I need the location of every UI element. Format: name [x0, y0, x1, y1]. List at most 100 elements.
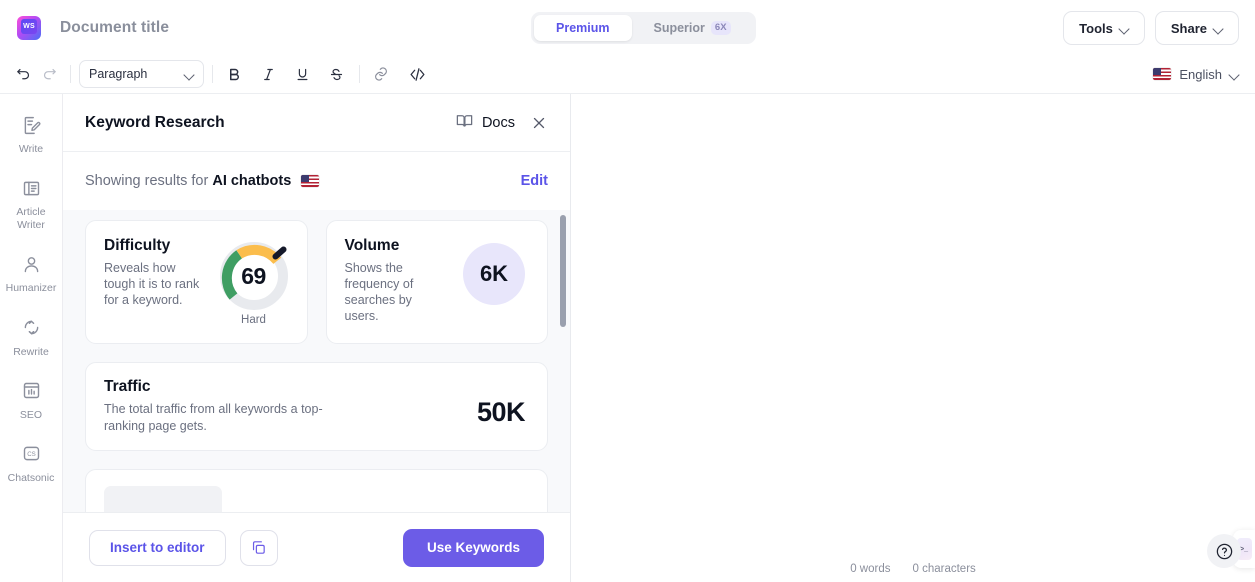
write-icon	[21, 112, 42, 138]
code-icon[interactable]	[404, 61, 430, 87]
volume-description: Shows the frequency of searches by users…	[344, 261, 414, 323]
results-prefix: Showing results for	[85, 173, 209, 189]
panel-scrollbar-thumb[interactable]	[560, 215, 566, 327]
format-toolbar: Paragraph English	[0, 55, 1255, 94]
app-root: WS Document title Premium Superior 6X To…	[0, 0, 1255, 582]
writesonic-logo-icon: WS	[17, 15, 41, 40]
difficulty-title: Difficulty	[104, 237, 171, 254]
toolbar-divider	[359, 65, 360, 83]
close-icon[interactable]	[530, 114, 548, 132]
partial-tab	[104, 486, 222, 512]
document-title[interactable]: Document title	[60, 19, 169, 37]
volume-value: 6K	[463, 243, 525, 305]
difficulty-card: Difficulty Reveals how tough it is to ra…	[85, 220, 308, 344]
results-keyword: AI chatbots	[212, 173, 292, 189]
edit-keyword-link[interactable]: Edit	[521, 173, 548, 189]
undo-icon[interactable]	[10, 61, 36, 87]
svg-text:CS: CS	[27, 451, 36, 458]
panel-title: Keyword Research	[85, 113, 225, 131]
toolbar-divider	[70, 65, 71, 83]
seo-chart-icon	[21, 378, 42, 404]
use-keywords-button[interactable]: Use Keywords	[402, 528, 544, 567]
volume-visual: 6K	[455, 237, 533, 305]
tools-label: Tools	[1079, 20, 1113, 36]
help-question-icon[interactable]	[1207, 534, 1241, 568]
sidebar-item-article-writer-label: Article Writer	[16, 206, 46, 232]
metric-cards-row: Difficulty Reveals how tough it is to ra…	[85, 220, 548, 344]
sidebar-item-rewrite-label: Rewrite	[13, 345, 49, 358]
difficulty-value: 69	[241, 262, 266, 289]
difficulty-rating-label: Hard	[241, 314, 266, 326]
toolbar-divider	[212, 65, 213, 83]
document-editor[interactable]: 0 words 0 characters >_	[571, 94, 1255, 582]
word-count: 0 words	[850, 563, 891, 575]
top-bar-actions: Tools Share	[1063, 11, 1239, 45]
chatsonic-cs-icon: CS	[21, 441, 42, 467]
panel-scroll-area[interactable]: Difficulty Reveals how tough it is to ra…	[63, 210, 570, 512]
insert-to-editor-label: Insert to editor	[110, 540, 205, 555]
sidebar-item-humanizer[interactable]: Humanizer	[0, 251, 63, 295]
difficulty-visual: 69 Hard	[215, 237, 293, 326]
us-flag-icon	[301, 175, 320, 187]
language-selector[interactable]: English	[1153, 67, 1239, 82]
tools-button[interactable]: Tools	[1063, 11, 1145, 45]
copy-icon[interactable]	[239, 529, 278, 566]
logo-text: WS	[21, 18, 37, 34]
sidebar-item-article-writer[interactable]: Article Writer	[0, 175, 63, 232]
sidebar-item-chatsonic-label: Chatsonic	[7, 471, 55, 484]
results-label: Showing results for AI chatbots	[85, 173, 320, 189]
tab-superior[interactable]: Superior 6X	[632, 15, 753, 41]
underline-button[interactable]	[289, 61, 315, 87]
insert-to-editor-button[interactable]: Insert to editor	[89, 529, 226, 566]
language-label: English	[1179, 66, 1222, 82]
keyword-research-panel: Keyword Research Docs Showing results fo…	[63, 94, 571, 582]
traffic-card: Traffic The total traffic from all keywo…	[85, 362, 548, 451]
link-icon[interactable]	[368, 61, 394, 87]
block-style-value: Paragraph	[89, 67, 148, 81]
article-writer-icon	[21, 175, 42, 201]
traffic-title: Traffic	[104, 378, 151, 395]
traffic-text: Traffic The total traffic from all keywo…	[104, 378, 477, 434]
chevron-down-icon	[185, 70, 194, 79]
block-style-select[interactable]: Paragraph	[79, 60, 204, 88]
tab-premium-label: Premium	[556, 21, 610, 35]
docs-button[interactable]: Docs	[455, 111, 515, 134]
editor-status-bar: 0 words 0 characters	[571, 556, 1255, 582]
results-row: Showing results for AI chatbots Edit	[63, 152, 570, 210]
character-count: 0 characters	[912, 563, 976, 575]
volume-card: Volume Shows the frequency of searches b…	[325, 220, 548, 344]
sidebar-item-chatsonic[interactable]: CS Chatsonic	[0, 441, 63, 485]
chevron-down-icon	[1230, 70, 1239, 79]
volume-title: Volume	[344, 237, 400, 254]
share-label: Share	[1170, 20, 1207, 36]
difficulty-gauge: 69	[217, 239, 291, 313]
panel-header-actions: Docs	[455, 111, 548, 134]
sidebar-item-humanizer-label: Humanizer	[5, 282, 57, 295]
top-bar: WS Document title Premium Superior 6X To…	[0, 0, 1255, 55]
difficulty-description: Reveals how tough it is to rank for a ke…	[104, 261, 200, 307]
difficulty-text: Difficulty Reveals how tough it is to ra…	[104, 237, 215, 308]
left-sidebar: Write Article Writer Humanizer Rewrite S…	[0, 94, 63, 582]
italic-button[interactable]	[255, 61, 281, 87]
sidebar-item-seo[interactable]: SEO	[0, 378, 63, 422]
tab-superior-label: Superior	[653, 21, 705, 35]
strikethrough-button[interactable]	[323, 61, 349, 87]
rewrite-refresh-icon	[21, 315, 42, 341]
panel-header: Keyword Research Docs	[63, 94, 570, 152]
quality-segmented-control: Premium Superior 6X	[531, 12, 756, 44]
share-button[interactable]: Share	[1154, 11, 1239, 45]
docs-label: Docs	[481, 114, 515, 131]
app-logo[interactable]: WS	[17, 15, 41, 40]
sidebar-item-rewrite[interactable]: Rewrite	[0, 315, 63, 359]
bold-button[interactable]	[221, 61, 247, 87]
redo-icon[interactable]	[36, 61, 62, 87]
panel-footer: Insert to editor Use Keywords	[63, 512, 570, 582]
volume-text: Volume Shows the frequency of searches b…	[345, 237, 456, 324]
superior-badge: 6X	[710, 21, 731, 35]
sidebar-item-write-label: Write	[18, 143, 44, 155]
next-card-partial	[85, 469, 548, 512]
sidebar-item-seo-label: SEO	[19, 408, 43, 421]
chevron-down-icon	[1214, 24, 1223, 33]
tab-premium[interactable]: Premium	[534, 15, 632, 41]
sidebar-item-write[interactable]: Write	[0, 112, 63, 156]
